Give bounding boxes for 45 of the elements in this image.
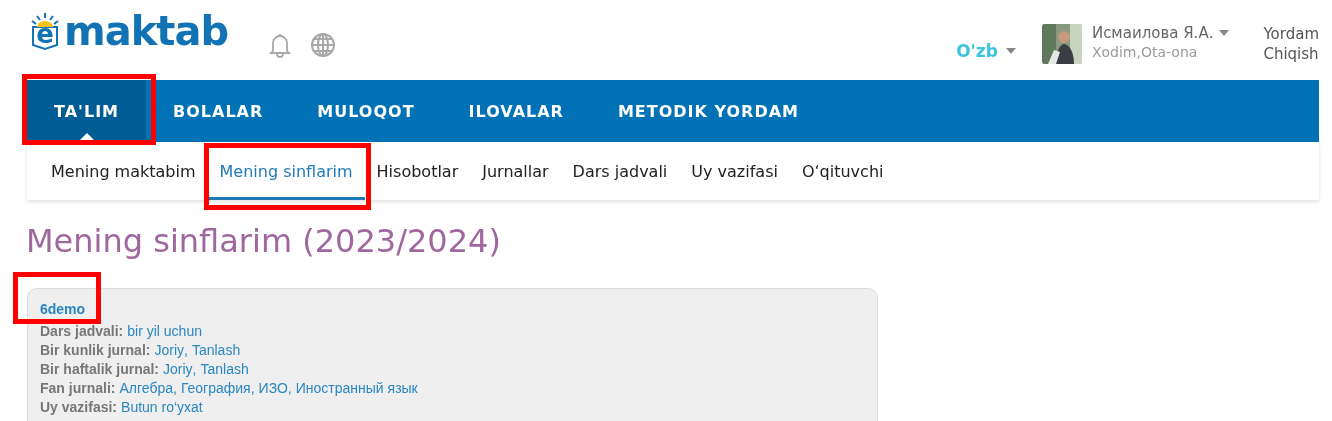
journal-link[interactable]: bir yil uchun xyxy=(127,322,202,341)
logo-text: maktab xyxy=(64,11,229,51)
journal-link[interactable]: Иностранный язык xyxy=(295,379,418,398)
globe-icon[interactable] xyxy=(310,32,337,58)
user-menu[interactable]: Исмаилова Я.А. xyxy=(1091,24,1230,42)
journal-link[interactable]: Tanlash xyxy=(200,360,249,379)
sub-tab[interactable]: Uy vazifasi xyxy=(679,142,790,200)
journal-link[interactable]: География xyxy=(180,379,251,398)
separator: , xyxy=(192,360,197,379)
journal-link[interactable]: Joriy xyxy=(154,341,185,360)
class-name-link[interactable]: 6demo xyxy=(40,300,86,319)
journal-link[interactable]: Butun ro‘yxat xyxy=(121,398,203,417)
page-title: Mening sinflarim (2023/2024) xyxy=(26,222,502,260)
nav-tab[interactable]: BOLALAR xyxy=(146,80,291,142)
journal-link[interactable]: Joriy xyxy=(163,360,193,379)
separator: , xyxy=(287,379,292,398)
separator: , xyxy=(173,379,177,398)
logo-letter: e xyxy=(36,19,54,49)
sub-tab[interactable]: O‘qituvchi xyxy=(789,142,896,200)
field-label: Dars jadvali: xyxy=(40,322,124,341)
separator: , xyxy=(184,341,188,360)
caret-icon xyxy=(1005,48,1016,54)
user-role: Xodim,Ota-ona xyxy=(1091,44,1199,60)
journal-link[interactable]: Алгебра xyxy=(119,379,173,398)
caret-icon xyxy=(1219,30,1230,36)
header-link[interactable]: Yordam xyxy=(1263,25,1319,43)
field-label: Bir haftalik jurnal: xyxy=(40,360,160,379)
separator: , xyxy=(250,379,255,398)
field-label: Uy vazifasi: xyxy=(40,398,118,417)
journal-link[interactable]: ИЗО xyxy=(258,379,288,398)
nav-tab[interactable]: TA'LIM xyxy=(27,80,147,142)
nav-tab[interactable]: METODIK YORDAM xyxy=(590,80,826,142)
sub-tab[interactable]: Hisobotlar xyxy=(364,142,471,200)
nav-tab[interactable]: MULOQOT xyxy=(290,80,442,142)
bell-icon[interactable] xyxy=(268,32,293,58)
book-sun-icon xyxy=(30,11,60,51)
field-label: Fan jurnali: xyxy=(40,379,116,398)
field-label: Bir kunlik jurnal: xyxy=(40,341,151,360)
journal-link[interactable]: Tanlash xyxy=(191,341,241,360)
header-link[interactable]: Chiqish xyxy=(1263,45,1319,63)
sub-tab[interactable]: Mening maktabim xyxy=(39,142,208,200)
sub-tab[interactable]: Dars jadvali xyxy=(560,142,680,200)
nav-tab[interactable]: ILOVALAR xyxy=(441,80,591,142)
sub-tab[interactable]: Mening sinflarim xyxy=(207,142,365,200)
sub-tab[interactable]: Jurnallar xyxy=(470,142,561,200)
